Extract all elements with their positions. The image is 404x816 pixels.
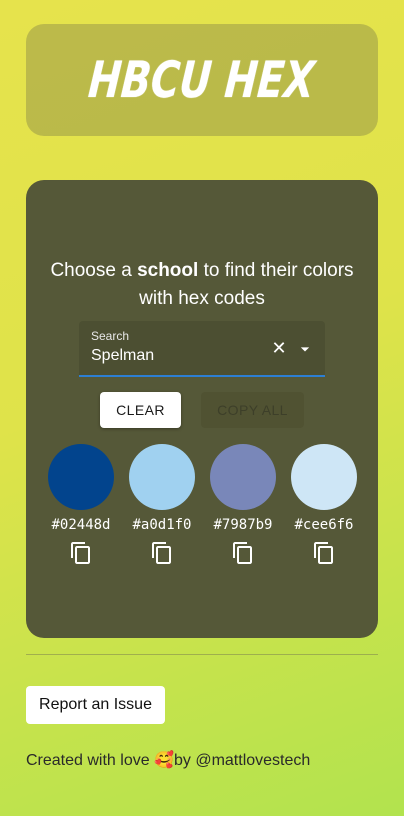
prompt-bold: school — [137, 260, 199, 281]
hex-code: #7987b9 — [213, 517, 273, 533]
prompt-before: Choose a — [50, 260, 138, 281]
dropdown-arrow-icon[interactable] — [295, 339, 315, 359]
footer-credit: Created with love 🥰by @mattlovestech — [26, 752, 311, 769]
copy-icon[interactable] — [231, 541, 255, 565]
school-search-field[interactable]: Search ✕ — [79, 321, 325, 377]
app-title: HBCU HEX — [86, 51, 318, 109]
copy-all-button[interactable]: COPY ALL — [201, 392, 304, 428]
copy-icon[interactable] — [150, 541, 174, 565]
color-swatch: #a0d1f0 — [129, 444, 195, 565]
clear-search-icon[interactable]: ✕ — [269, 338, 289, 358]
copy-icon[interactable] — [69, 541, 93, 565]
divider — [26, 654, 378, 655]
color-circle — [48, 444, 114, 510]
hex-code: #02448d — [51, 517, 111, 533]
color-circle — [291, 444, 357, 510]
search-input[interactable] — [91, 347, 251, 365]
color-swatch: #cee6f6 — [291, 444, 357, 565]
color-swatch: #02448d — [48, 444, 114, 565]
app-header: HBCU HEX — [26, 24, 378, 136]
report-issue-button[interactable]: Report an Issue — [26, 686, 165, 724]
color-circle — [129, 444, 195, 510]
instructions-text: Choose a school to find their colors wit… — [26, 257, 378, 313]
search-label: Search — [91, 329, 130, 343]
color-finder-card: Choose a school to find their colors wit… — [26, 180, 378, 638]
clear-button[interactable]: CLEAR — [100, 392, 181, 428]
hex-code: #cee6f6 — [294, 517, 354, 533]
hex-code: #a0d1f0 — [132, 517, 192, 533]
color-swatch: #7987b9 — [210, 444, 276, 565]
copy-icon[interactable] — [312, 541, 336, 565]
color-circle — [210, 444, 276, 510]
